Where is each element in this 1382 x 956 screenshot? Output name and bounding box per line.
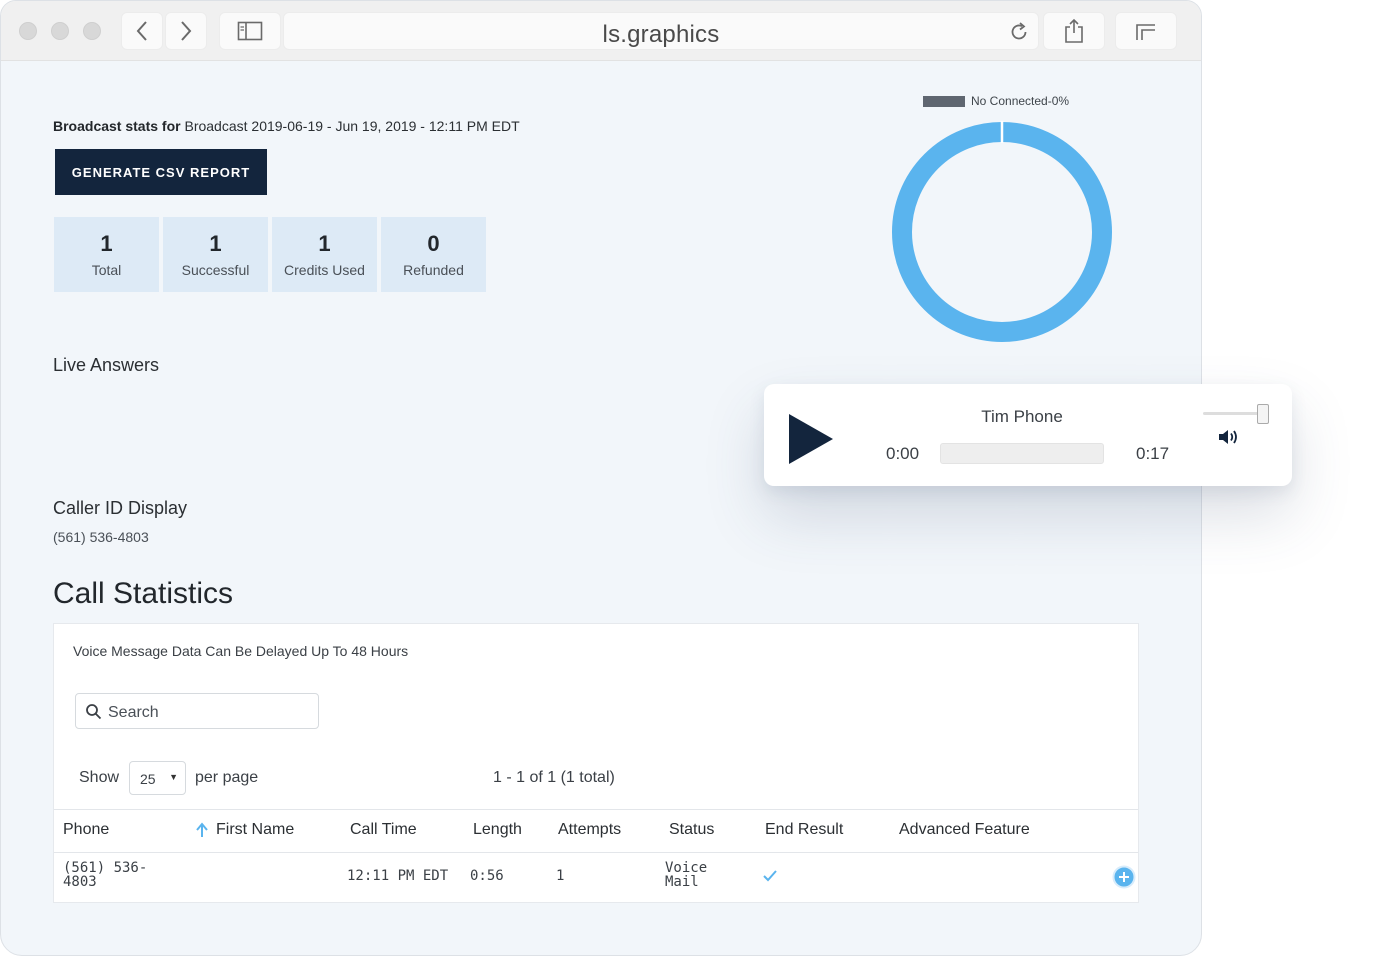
volume-slider-handle[interactable] (1257, 404, 1269, 424)
cell-status-line1: Voice (665, 860, 708, 876)
broadcast-stats-prefix: Broadcast stats for (53, 118, 181, 134)
column-header-length[interactable]: Length (473, 821, 522, 839)
stat-successful: 1 Successful (163, 217, 268, 292)
stat-label: Refunded (403, 262, 464, 278)
cell-phone-line2: 4803 (63, 874, 97, 890)
chevron-left-icon (136, 21, 147, 41)
delay-notice: Voice Message Data Can Be Delayed Up To … (73, 643, 409, 659)
stat-label: Total (91, 262, 122, 278)
stat-total: 1 Total (54, 217, 159, 292)
chevron-right-icon (181, 21, 192, 41)
maximize-window-button[interactable] (83, 22, 101, 40)
tabs-button[interactable] (1115, 12, 1177, 50)
stat-refunded: 0 Refunded (381, 217, 486, 292)
track-title: Tim Phone (981, 407, 1063, 426)
cell-length: 0:56 (470, 868, 504, 884)
plus-circle-icon[interactable] (1112, 865, 1136, 889)
column-header-phone[interactable]: Phone (63, 821, 109, 839)
sidebar-icon (237, 21, 263, 41)
call-statistics-panel (53, 623, 1139, 903)
current-time: 0:00 (886, 444, 920, 463)
sidebar-toggle-button[interactable] (219, 12, 281, 50)
cell-call-time: 12:11 PM EDT (347, 868, 449, 884)
table-header-divider (54, 809, 1138, 810)
stat-value: 0 (427, 231, 440, 256)
cell-status: Voice Mail (665, 861, 707, 889)
search-icon (86, 704, 102, 720)
stat-value: 1 (209, 231, 222, 256)
column-header-advanced-feature[interactable]: Advanced Feature (899, 821, 1030, 839)
share-button[interactable] (1043, 12, 1105, 50)
cell-phone: (561) 536- 4803 (63, 861, 147, 889)
caller-id-title: Caller ID Display (53, 498, 188, 518)
table-row-divider (54, 852, 1138, 853)
reload-icon[interactable] (1008, 21, 1030, 43)
duration: 0:17 (1136, 444, 1170, 463)
stat-value: 1 (100, 231, 113, 256)
column-header-first-name[interactable]: First Name (216, 821, 294, 839)
broadcast-stats-value: Broadcast 2019-06-19 - Jun 19, 2019 - 12… (184, 118, 520, 134)
donut-legend-swatch (923, 96, 965, 107)
stat-label: Credits Used (284, 262, 365, 278)
cell-attempts: 1 (556, 868, 565, 884)
show-label: Show (79, 769, 120, 786)
share-icon (1065, 18, 1083, 43)
play-icon[interactable] (787, 412, 835, 466)
browser-toolbar: ls.graphics (1, 1, 1201, 61)
donut-legend-label: No Connected-0% (971, 94, 1070, 108)
search-input[interactable]: Search (75, 693, 319, 729)
caller-id-value: (561) 536-4803 (53, 529, 149, 545)
minimize-window-button[interactable] (51, 22, 69, 40)
progress-bar[interactable] (940, 443, 1104, 464)
forward-button[interactable] (165, 12, 207, 50)
generate-csv-report-button[interactable]: GENERATE CSV REPORT (55, 149, 267, 195)
audio-player (764, 384, 1292, 486)
per-page-select[interactable]: 25 ▼ (129, 761, 186, 795)
stat-credits-used: 1 Credits Used (272, 217, 377, 292)
broadcast-stats-label: Broadcast stats for Broadcast 2019-06-19… (53, 118, 520, 134)
column-header-end-result[interactable]: End Result (765, 821, 843, 839)
search-placeholder: Search (108, 704, 159, 721)
volume-icon[interactable] (1218, 428, 1240, 446)
back-button[interactable] (121, 12, 163, 50)
close-window-button[interactable] (19, 22, 37, 40)
url-text: ls.graphics (602, 21, 720, 48)
live-answers-title: Live Answers (53, 355, 160, 375)
column-header-attempts[interactable]: Attempts (558, 821, 621, 839)
donut-chart (892, 121, 1112, 342)
check-icon (763, 870, 777, 882)
stat-value: 1 (318, 231, 331, 256)
cell-status-line2: Mail (665, 874, 699, 890)
per-page-label: per page (195, 769, 259, 786)
column-header-status[interactable]: Status (669, 821, 714, 839)
cell-phone-line1: (561) 536- (63, 860, 148, 876)
sort-ascending-icon[interactable] (195, 822, 209, 838)
per-page-value: 25 (140, 771, 156, 787)
address-bar[interactable]: ls.graphics (283, 12, 1039, 50)
tabs-icon (1136, 24, 1155, 40)
donut-ring (892, 122, 1112, 342)
stat-label: Successful (181, 262, 250, 278)
pagination-summary: 1 - 1 of 1 (1 total) (493, 769, 615, 786)
call-statistics-title: Call Statistics (53, 577, 234, 610)
caret-down-icon: ▼ (169, 772, 178, 782)
column-header-call-time[interactable]: Call Time (350, 821, 417, 839)
